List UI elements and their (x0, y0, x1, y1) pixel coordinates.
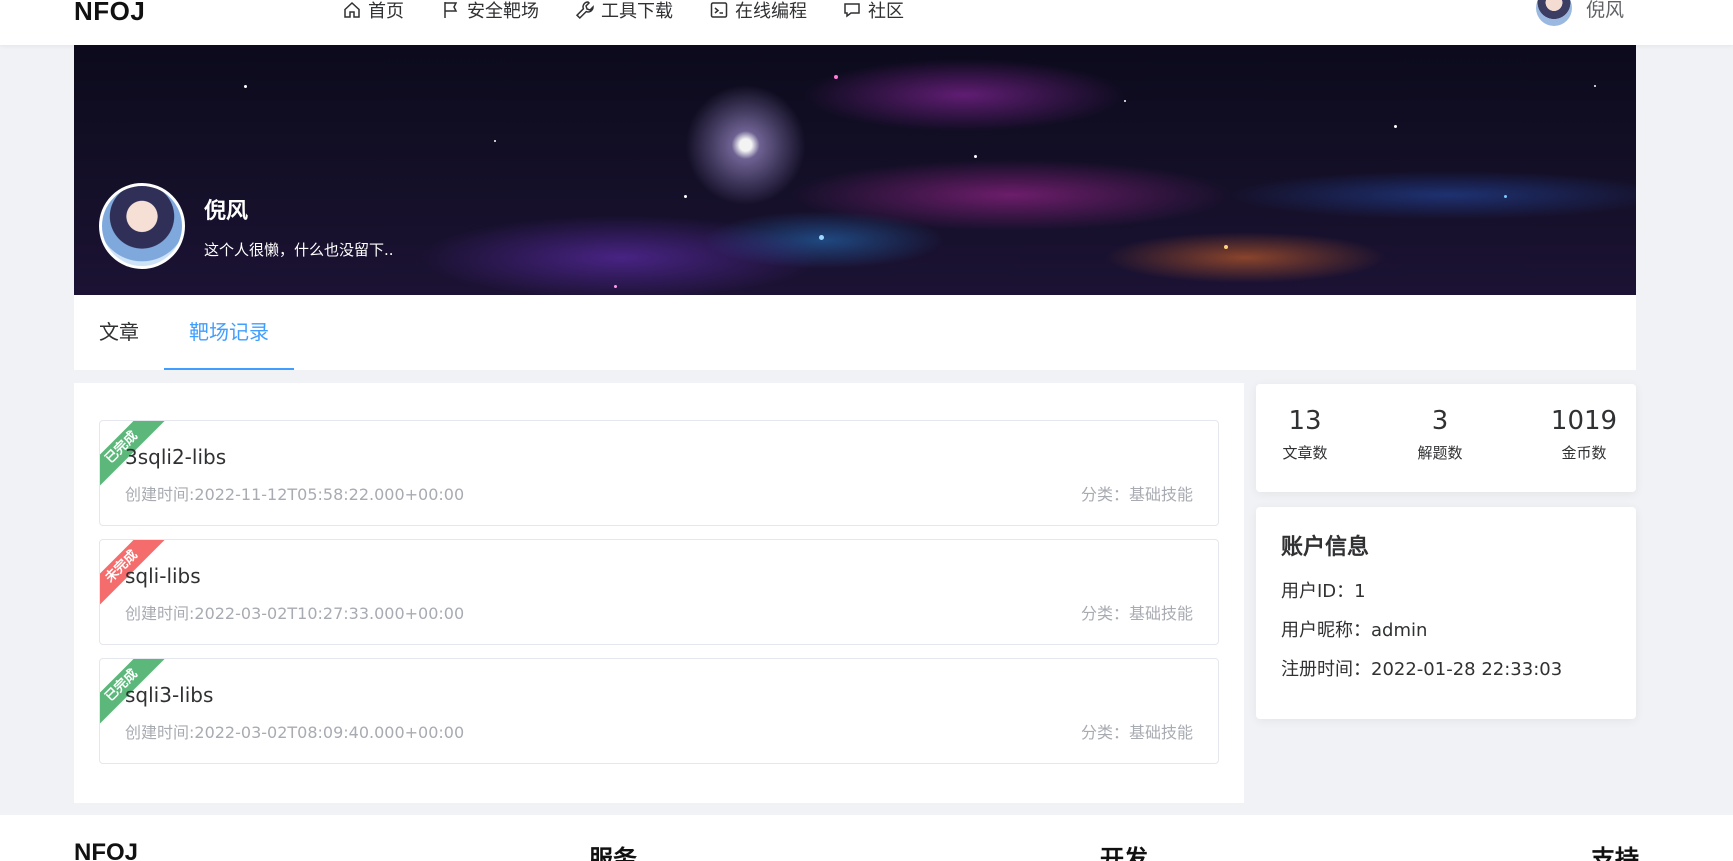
record-title[interactable]: sqli3-libs (125, 683, 213, 707)
record-card[interactable]: 已完成 3sqli2-libs 创建时间:2022-11-12T05:58:22… (99, 420, 1219, 526)
flag-icon (444, 2, 458, 18)
record-created-time: 创建时间:2022-11-12T05:58:22.000+00:00 (125, 485, 465, 504)
account-registered-time: 注册时间：2022-01-28 22:33:03 (1281, 659, 1563, 680)
nav-security-range[interactable]: 安全靶场 (441, 0, 539, 22)
banner-star (494, 140, 496, 142)
banner-star (834, 75, 838, 79)
stat-coins-label: 金币数 (1561, 444, 1607, 462)
nav-user-menu[interactable]: 倪风 (1536, 0, 1624, 26)
user-avatar[interactable] (1536, 0, 1572, 26)
stat-solved-value: 3 (1431, 406, 1449, 436)
record-category: 分类：基础技能 (1080, 723, 1193, 742)
stat-solved: 3 解题数 (1415, 406, 1465, 463)
banner-star (1594, 85, 1596, 87)
record-card[interactable]: 已完成 sqli3-libs 创建时间:2022-03-02T08:09:40.… (99, 658, 1219, 764)
profile-banner: 倪风 这个人很懒，什么也没留下.. (74, 45, 1636, 295)
footer-support-heading: 支持 (1591, 845, 1639, 861)
banner-star (244, 85, 247, 88)
profile-tabs: 文章 靶场记录 (74, 295, 1636, 370)
nav-tools-download[interactable]: 工具下载 (575, 0, 673, 22)
stat-coins-value: 1019 (1550, 406, 1618, 436)
nav-tools-download-label: 工具下载 (601, 1, 673, 22)
nav-community[interactable]: 社区 (842, 0, 904, 22)
account-info-title: 账户信息 (1281, 535, 1370, 560)
record-created-time: 创建时间:2022-03-02T08:09:40.000+00:00 (125, 723, 465, 742)
nav-home-label: 首页 (368, 1, 404, 22)
chat-icon (844, 3, 860, 18)
stat-articles-value: 13 (1288, 406, 1322, 436)
footer-brand: NFOJ (74, 839, 139, 861)
account-info-card: 账户信息 用户ID：1 用户昵称：admin 注册时间：2022-01-28 2… (1256, 507, 1636, 719)
nav-community-label: 社区 (868, 1, 904, 22)
range-records-panel: 已完成 3sqli2-libs 创建时间:2022-11-12T05:58:22… (74, 383, 1244, 803)
profile-bio: 这个人很懒，什么也没留下.. (204, 241, 394, 259)
record-title[interactable]: sqli-libs (125, 564, 201, 588)
user-stats-card: 13 文章数 3 解题数 1019 金币数 (1256, 384, 1636, 492)
record-category: 分类：基础技能 (1080, 604, 1193, 623)
footer-dev-heading: 开发 (1100, 845, 1148, 861)
record-card[interactable]: 未完成 sqli-libs 创建时间:2022-03-02T10:27:33.0… (99, 539, 1219, 645)
profile-avatar (99, 183, 185, 269)
page-footer: NFOJ 服务 开发 支持 (0, 815, 1733, 861)
wrench-icon (575, 1, 594, 20)
banner-star (819, 235, 824, 240)
stat-articles: 13 文章数 (1280, 406, 1330, 463)
stat-solved-label: 解题数 (1417, 444, 1463, 462)
stat-articles-label: 文章数 (1282, 444, 1328, 462)
terminal-icon (710, 2, 728, 18)
banner-star (614, 285, 617, 288)
nav-online-coding[interactable]: 在线编程 (709, 0, 807, 22)
nav-online-coding-label: 在线编程 (735, 1, 807, 22)
footer-service-heading: 服务 (589, 845, 637, 861)
account-nickname: 用户昵称：admin (1281, 620, 1428, 641)
home-icon (344, 1, 360, 18)
banner-star (1394, 125, 1397, 128)
banner-star (1124, 100, 1126, 102)
banner-star (1504, 195, 1507, 198)
nav-home[interactable]: 首页 (342, 0, 404, 22)
top-navbar: NFOJ 首页 安全靶场 工具下载 在线编程 社区 倪风 (0, 0, 1733, 45)
record-category: 分类：基础技能 (1080, 485, 1193, 504)
profile-name: 倪风 (204, 199, 249, 224)
record-created-time: 创建时间:2022-03-02T10:27:33.000+00:00 (125, 604, 465, 623)
account-user-id: 用户ID：1 (1281, 581, 1366, 602)
banner-star (1224, 245, 1228, 249)
banner-star (684, 195, 687, 198)
banner-star (974, 155, 977, 158)
tab-range-records[interactable]: 靶场记录 (164, 295, 294, 370)
tab-articles[interactable]: 文章 (99, 295, 139, 370)
nav-username: 倪风 (1586, 0, 1625, 21)
record-title[interactable]: 3sqli2-libs (125, 445, 226, 469)
stat-coins: 1019 金币数 (1549, 406, 1619, 463)
brand-logo[interactable]: NFOJ (74, 0, 145, 27)
nav-security-range-label: 安全靶场 (467, 1, 539, 22)
